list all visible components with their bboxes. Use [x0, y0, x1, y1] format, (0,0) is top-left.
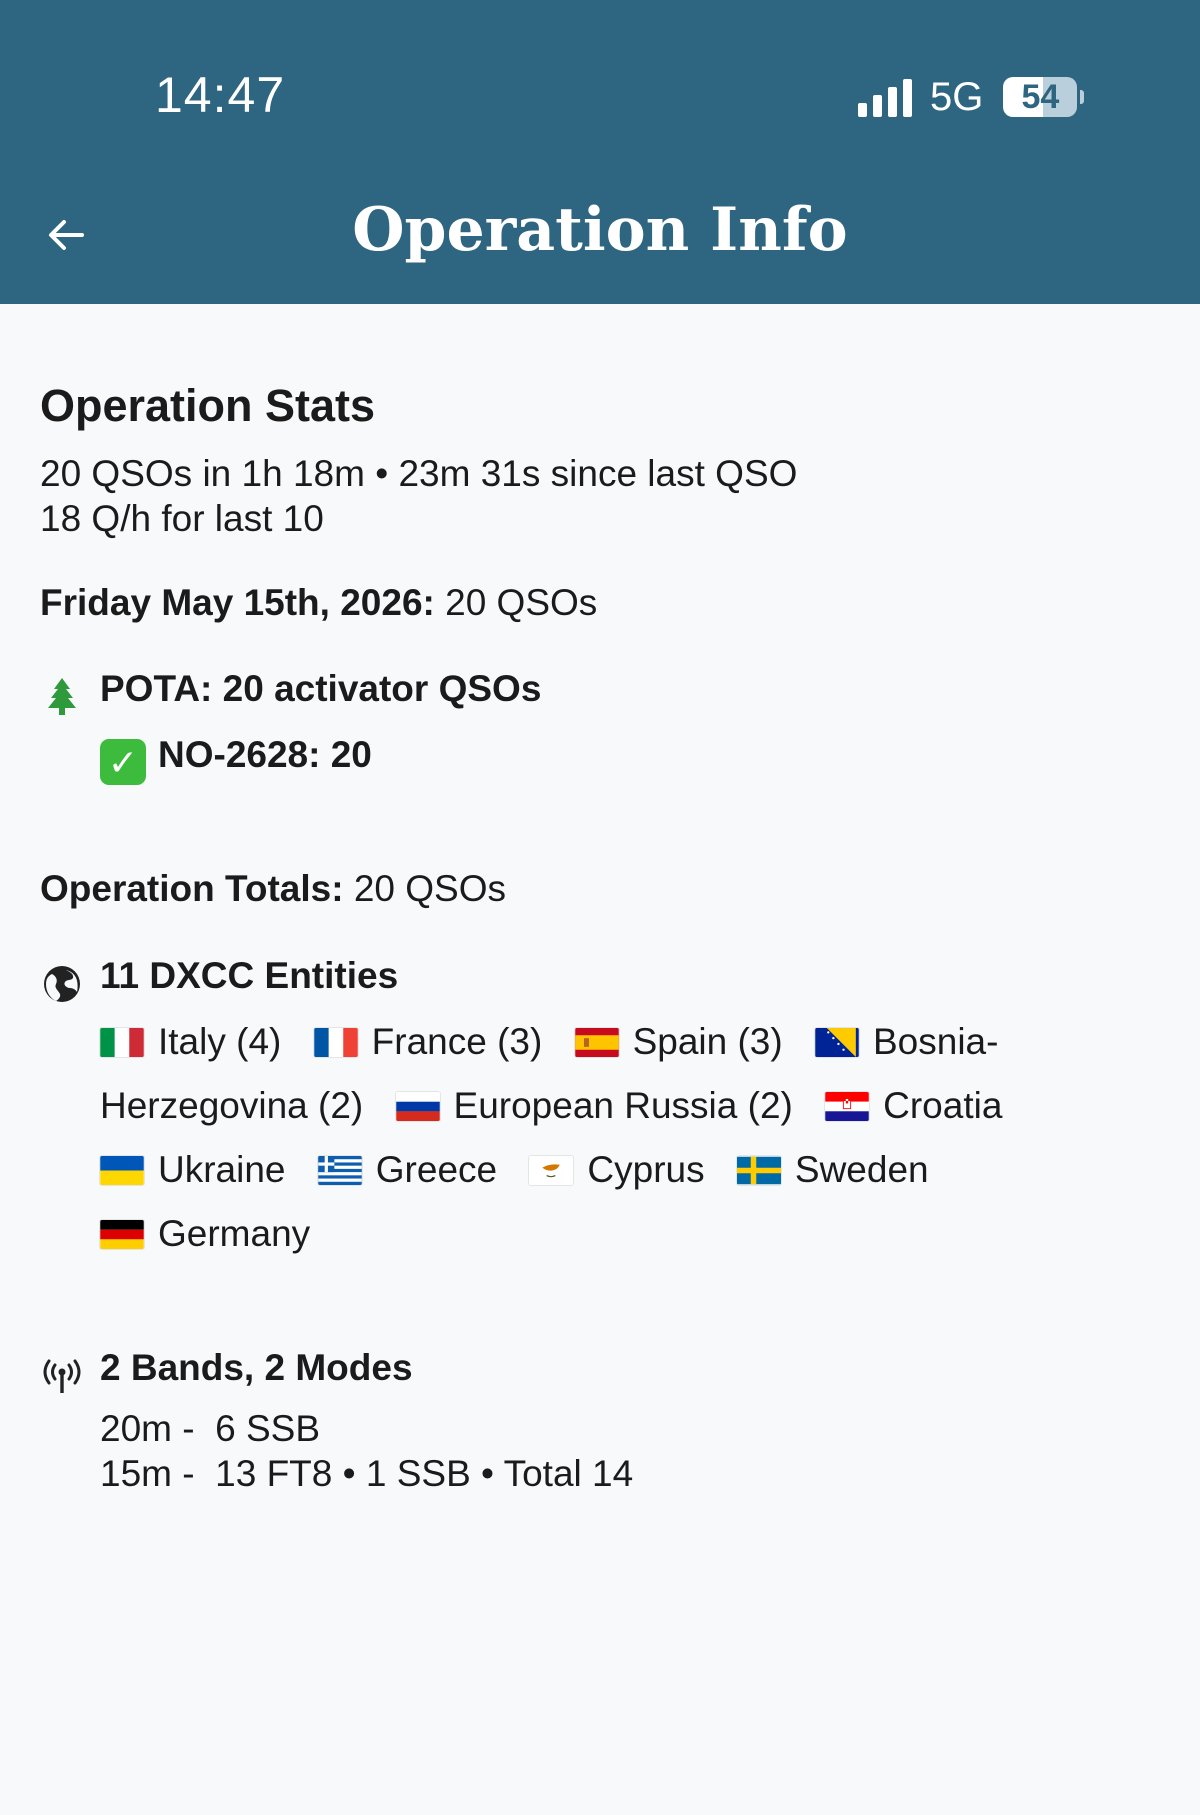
page-title: Operation Info: [352, 195, 848, 265]
status-time: 14:47: [155, 67, 286, 123]
signal-bars-icon: [858, 77, 912, 117]
dxcc-entity: Germany: [100, 1213, 310, 1254]
antenna-icon: [43, 1359, 81, 1393]
tree-icon: [48, 678, 76, 715]
stats-rate: 18 Q/h for last 10: [40, 498, 324, 539]
sweden-flag: [736, 1156, 781, 1185]
app-bar: 14:47 5G 54 Operation Info: [0, 0, 1200, 304]
russia-flag: [395, 1092, 440, 1121]
dxcc-entity: Croatia: [825, 1085, 1002, 1126]
bands-title: 2 Bands, 2 Modes: [100, 1347, 413, 1388]
entity-label: Greece: [375, 1149, 498, 1190]
france-flag: [313, 1028, 358, 1057]
band-line: 20m - 6 SSB: [100, 1408, 321, 1449]
spain-flag: [574, 1028, 619, 1057]
dxcc-entity: Greece: [318, 1149, 497, 1190]
day-value: 20 QSOs: [434, 582, 598, 623]
dxcc-entity: Cyprus: [529, 1149, 705, 1190]
globe-icon: [44, 966, 80, 1002]
pota-title: POTA: 20 activator QSOs: [100, 668, 542, 709]
italy-flag: [100, 1028, 144, 1057]
status-indicators: 5G 54: [858, 74, 1085, 119]
dxcc-entity: European Russia (2): [395, 1085, 793, 1126]
network-type: 5G: [930, 74, 984, 119]
entity-label: France (3): [371, 1021, 543, 1062]
entity-label: European Russia (2): [453, 1085, 793, 1126]
band-line: 15m - 13 FT8 • 1 SSB • Total 14: [100, 1453, 634, 1494]
germany-flag: [100, 1220, 144, 1249]
totals-value: 20 QSOs: [343, 868, 507, 909]
entity-label: Sweden: [794, 1149, 929, 1190]
pota-park-row: ✓ NO-2628: 20: [100, 734, 372, 785]
greece-flag: [318, 1156, 362, 1185]
dxcc-entity: France (3): [313, 1021, 543, 1062]
battery-icon: 54: [1003, 77, 1085, 117]
dxcc-entity: Sweden: [736, 1149, 929, 1190]
totals-label: Operation Totals:: [40, 868, 344, 909]
dxcc-entity: Italy (4): [100, 1021, 281, 1062]
entity-label: Croatia: [883, 1085, 1003, 1126]
entity-label: Spain (3): [632, 1021, 783, 1062]
stats-summary: 20 QSOs in 1h 18m • 23m 31s since last Q…: [40, 453, 798, 494]
stats-heading: Operation Stats: [40, 380, 376, 431]
dxcc-entity-list: Italy (4) France (3) Spain (3) Bosnia-He…: [100, 1010, 1060, 1266]
pota-park: NO-2628: 20: [158, 734, 372, 775]
croatia-flag: [825, 1092, 869, 1121]
dxcc-title: 11 DXCC Entities: [100, 955, 399, 996]
entity-label: Italy (4): [158, 1021, 282, 1062]
entity-label: Ukraine: [158, 1149, 286, 1190]
entity-label: Cyprus: [587, 1149, 705, 1190]
entity-label: Germany: [158, 1213, 311, 1254]
bosnia-flag: [815, 1028, 859, 1057]
cyprus-flag: [529, 1156, 574, 1185]
dxcc-entity: Spain (3): [574, 1021, 783, 1062]
day-label: Friday May 15th, 2026:: [40, 582, 435, 623]
check-mark-icon: ✓: [100, 739, 146, 785]
ukraine-flag: [100, 1156, 144, 1185]
operation-totals: Operation Totals: 20 QSOs: [40, 868, 506, 910]
day-summary: Friday May 15th, 2026: 20 QSOs: [40, 582, 597, 624]
dxcc-entity: Ukraine: [100, 1149, 286, 1190]
